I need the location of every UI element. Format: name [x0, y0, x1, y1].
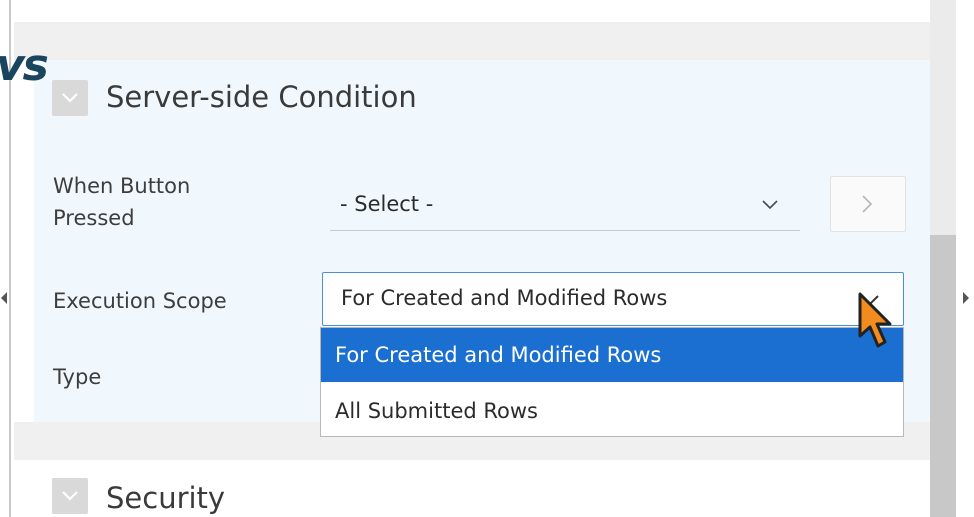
when-button-pressed-value: - Select -	[340, 192, 434, 216]
region-separator-top	[14, 22, 930, 60]
chevron-down-icon	[762, 200, 778, 210]
when-button-pressed-label: When Button Pressed	[53, 171, 190, 234]
when-button-pressed-label-line1: When Button	[53, 174, 191, 198]
when-button-pressed-label-line2: Pressed	[53, 205, 135, 230]
option-all-submitted-rows[interactable]: All Submitted Rows	[321, 384, 903, 438]
execution-scope-label: Execution Scope	[53, 289, 227, 313]
vertical-scrollbar-thumb[interactable]	[930, 235, 956, 517]
page-title-fragment: vs	[0, 40, 49, 91]
type-label: Type	[53, 365, 102, 389]
security-toggle[interactable]	[52, 478, 88, 514]
execution-scope-value: For Created and Modified Rows	[341, 286, 668, 310]
when-button-pressed-select[interactable]: - Select -	[330, 180, 800, 231]
section-title-server-side-condition: Server-side Condition	[106, 80, 417, 114]
go-to-button[interactable]	[830, 176, 906, 232]
execution-scope-select[interactable]: For Created and Modified Rows	[322, 272, 904, 326]
chevron-right-icon	[862, 195, 873, 213]
execution-scope-options-list: For Created and Modified Rows All Submit…	[320, 327, 904, 437]
chevron-down-icon	[62, 491, 78, 501]
collapse-right-arrow-icon[interactable]	[963, 292, 969, 304]
server-side-condition-toggle[interactable]	[52, 80, 88, 116]
collapse-left-arrow-icon[interactable]	[1, 292, 7, 304]
arrow-cursor-icon	[858, 292, 892, 348]
section-title-security: Security	[106, 481, 226, 515]
chevron-down-icon	[62, 93, 78, 103]
option-for-created-and-modified-rows[interactable]: For Created and Modified Rows	[321, 328, 903, 382]
